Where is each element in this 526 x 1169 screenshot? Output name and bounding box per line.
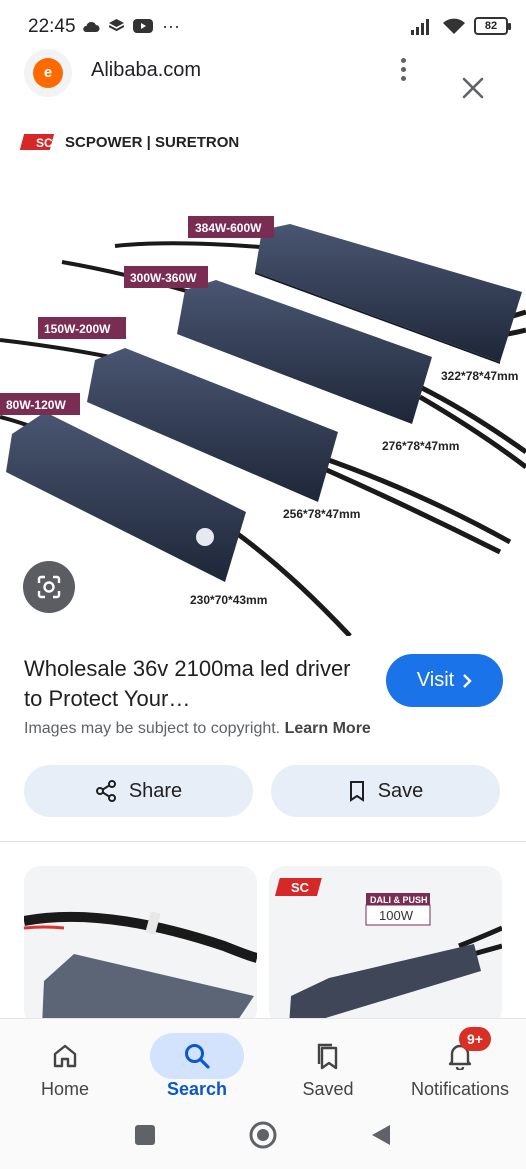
related-image-2[interactable]: SC DALI & PUSH 100W [269,866,502,1026]
related-driver-image [24,911,257,1026]
nav-saved[interactable]: Saved [268,1019,388,1119]
bookmark-icon [349,781,364,802]
signal-icon [411,19,429,35]
battery-indicator: 82 [474,17,511,35]
bookmarks-icon [317,1043,338,1070]
lens-icon [37,575,61,599]
more-notifications-indicator: ··· [162,16,180,36]
search-icon [185,1044,210,1069]
lens-search-button[interactable] [23,561,75,613]
brand-logo: SC SCPOWER | SURETRON [19,134,239,151]
share-button[interactable]: Share [24,765,253,817]
learn-more-link[interactable]: Learn More [285,720,371,737]
product-label-1: 384W-600W [188,216,274,238]
svg-text:SC: SC [291,880,310,895]
related-driver-image: SC DALI & PUSH 100W [274,878,502,1026]
close-icon[interactable] [458,73,488,103]
alibaba-logo-icon: e [33,58,63,88]
bottom-navigation: Home Search Saved Notifications [0,1018,526,1118]
product-title[interactable]: Wholesale 36v 2100ma led driver to Prote… [24,654,354,714]
notification-badge: 9+ [459,1027,491,1051]
notification-icons: ··· [82,16,180,36]
share-label: Share [128,779,183,802]
system-navigation-bar [0,1118,526,1169]
site-title[interactable]: Alibaba.com [91,59,201,82]
led-drivers-illustration: SC SCPOWER | SURETRON 384W-600W 300W-360… [0,134,526,636]
dims-4: 230*70*43mm [190,593,267,607]
product-label-2: 300W-360W [124,266,208,288]
nav-search[interactable]: Search [137,1019,257,1119]
layers-icon [109,19,124,32]
recents-icon[interactable] [134,1124,156,1146]
wifi-icon [443,18,465,34]
divider [0,841,526,842]
dims-3: 256*78*47mm [283,507,360,521]
site-favicon[interactable]: e [24,49,72,97]
chevron-right-icon [463,673,472,688]
share-icon [95,780,116,802]
save-label: Save [377,779,424,802]
copyright-notice: Images may be subject to copyright. Lear… [24,720,371,737]
status-bar: 22:45 ··· 82 [0,0,526,56]
home-icon [53,1044,77,1068]
svg-text:150W-200W: 150W-200W [44,322,111,336]
save-button[interactable]: Save [271,765,500,817]
related-image-1[interactable] [24,866,257,1026]
brand-text: SCPOWER | SURETRON [65,134,239,151]
nav-home[interactable]: Home [5,1019,125,1119]
svg-text:384W-600W: 384W-600W [195,221,262,235]
svg-text:SC: SC [36,136,53,150]
youtube-icon [133,19,153,33]
svg-text:300W-360W: 300W-360W [130,271,197,285]
cloud-icon [83,21,100,32]
home-circle-icon[interactable] [248,1120,278,1150]
svg-text:100W: 100W [379,908,414,923]
back-icon[interactable] [370,1123,392,1147]
dims-2: 276*78*47mm [382,439,459,453]
visit-label: Visit [416,669,455,691]
more-options-icon[interactable] [393,58,413,88]
dims-1: 322*78*47mm [441,369,518,383]
product-image[interactable]: SC SCPOWER | SURETRON 384W-600W 300W-360… [0,112,526,636]
svg-text:DALI & PUSH: DALI & PUSH [370,895,428,905]
clock: 22:45 [28,16,76,37]
visit-button[interactable]: Visit [386,654,503,707]
product-label-3: 150W-200W [38,317,126,339]
svg-text:80W-120W: 80W-120W [6,398,66,412]
product-label-4: 80W-120W [0,393,80,415]
